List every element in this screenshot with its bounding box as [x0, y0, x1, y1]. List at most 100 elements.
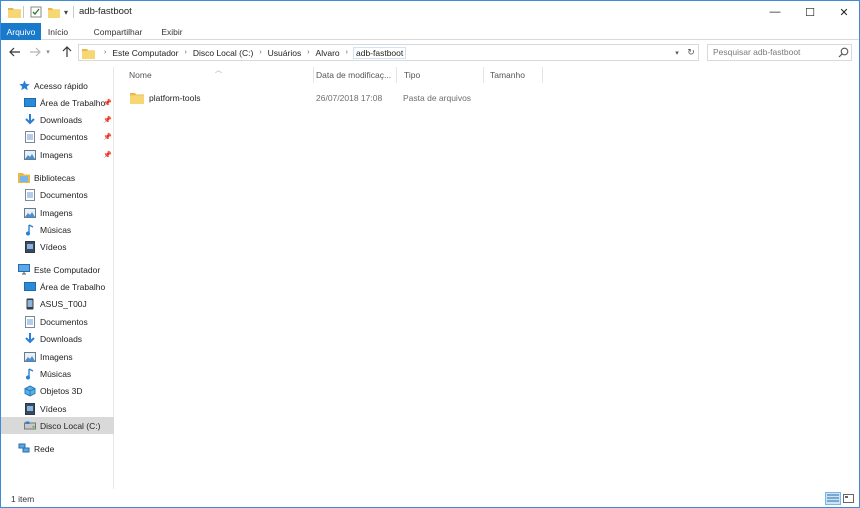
sidebar-item-label: ASUS_T00J [40, 298, 87, 309]
drive-icon [24, 420, 36, 432]
sidebar-item-label: Vídeos [40, 403, 67, 414]
sidebar-item-pc-musicas[interactable]: Músicas [24, 365, 71, 382]
tab-compartilhar[interactable]: Compartilhar [85, 23, 151, 40]
back-arrow-icon[interactable] [7, 44, 23, 60]
file-type: Pasta de arquivos [403, 92, 472, 103]
column-header-tipo[interactable]: Tipo [398, 67, 484, 83]
sidebar-item-lib-documentos[interactable]: Documentos [24, 186, 88, 203]
chevron-right-icon[interactable]: › [307, 49, 309, 56]
ribbon-tabs: Arquivo Início Compartilhar Exibir [1, 23, 859, 40]
title-separator [73, 6, 74, 18]
sidebar-item-acesso-rapido[interactable]: Acesso rápido [18, 77, 88, 94]
sidebar-item-disco-local[interactable]: Disco Local (C:) [1, 417, 114, 434]
music-icon [24, 223, 36, 236]
chevron-right-icon[interactable]: › [185, 49, 187, 56]
breadcrumb-este-computador[interactable]: Este Computador [111, 48, 179, 58]
sidebar-item-bibliotecas[interactable]: Bibliotecas [18, 169, 75, 186]
large-icons-view-icon[interactable] [842, 492, 855, 505]
folder-icon [82, 47, 95, 59]
maximize-button[interactable]: ☐ [793, 1, 827, 23]
breadcrumb-disco-local[interactable]: Disco Local (C:) [192, 48, 254, 58]
breadcrumb: › Este Computador › Disco Local (C:) › U… [99, 45, 407, 60]
sidebar-item-label: Acesso rápido [34, 80, 88, 91]
folder-icon[interactable] [7, 5, 21, 19]
chevron-down-icon[interactable]: ▾ [671, 46, 683, 59]
download-icon [24, 114, 36, 126]
sidebar-item-imagens[interactable]: Imagens [24, 146, 73, 163]
search-icon[interactable] [838, 47, 850, 59]
quick-access-separator [23, 6, 24, 18]
search-input[interactable] [713, 47, 833, 57]
videos-icon [24, 402, 36, 415]
breadcrumb-alvaro[interactable]: Alvaro [315, 48, 341, 58]
sidebar-item-pc-imagens[interactable]: Imagens [24, 348, 73, 365]
new-folder-icon[interactable] [47, 5, 61, 19]
documents-icon [24, 130, 36, 143]
desktop-icon [24, 281, 36, 293]
breadcrumb-adb-fastboot[interactable]: adb-fastboot [352, 46, 407, 59]
status-bar: 1 item [1, 489, 859, 507]
recent-locations-icon[interactable]: ▾ [43, 44, 53, 60]
column-header-tamanho[interactable]: Tamanho [484, 67, 543, 83]
folder-icon [130, 92, 144, 104]
sidebar-item-lib-musicas[interactable]: Músicas [24, 221, 71, 238]
pin-icon[interactable]: 📌 [103, 94, 112, 111]
sidebar-item-lib-imagens[interactable]: Imagens [24, 204, 73, 221]
search-box[interactable] [707, 44, 852, 61]
refresh-icon[interactable]: ↻ [685, 46, 697, 59]
forward-arrow-icon[interactable] [27, 44, 43, 60]
pin-icon[interactable]: 📌 [103, 146, 112, 163]
sidebar-item-label: Área de Trabalho [40, 281, 106, 292]
sidebar-item-label: Downloads [40, 114, 83, 125]
properties-icon[interactable] [29, 5, 43, 19]
sidebar-item-pc-documentos[interactable]: Documentos [24, 313, 88, 330]
tab-arquivo[interactable]: Arquivo [1, 23, 41, 40]
videos-icon [24, 240, 36, 253]
sidebar-item-label: Imagens [40, 351, 73, 362]
sidebar-item-label: Documentos [40, 189, 88, 200]
sidebar-item-lib-videos[interactable]: Vídeos [24, 238, 66, 255]
sidebar-item-label: Objetos 3D [40, 385, 83, 396]
sidebar-item-label: Disco Local (C:) [40, 420, 101, 431]
documents-icon [24, 188, 36, 201]
file-name: platform-tools [149, 92, 201, 103]
sidebar-item-documentos[interactable]: Documentos [24, 128, 88, 145]
sidebar-item-rede[interactable]: Rede [18, 440, 54, 457]
sidebar-item-este-computador[interactable]: Este Computador [18, 261, 100, 278]
column-header-nome[interactable]: Nome [123, 67, 314, 83]
close-button[interactable]: ✕ [827, 1, 859, 23]
sidebar-item-pc-downloads[interactable]: Downloads [24, 330, 82, 347]
sidebar-item-label: Este Computador [34, 264, 101, 275]
pin-icon[interactable]: 📌 [103, 111, 112, 128]
up-arrow-icon[interactable] [59, 44, 75, 60]
navigation-pane: Acesso rápido Área de Trabalho 📌 Downloa… [1, 67, 114, 489]
chevron-right-icon[interactable]: › [104, 49, 106, 56]
minimize-button[interactable]: — [758, 1, 792, 23]
phone-icon [24, 298, 36, 310]
chevron-right-icon[interactable]: › [346, 49, 348, 56]
sidebar-item-label: Área de Trabalho [40, 97, 106, 108]
address-bar[interactable]: › Este Computador › Disco Local (C:) › U… [78, 44, 699, 61]
customize-toolbar-icon[interactable]: ▾ [61, 5, 71, 19]
sidebar-item-area-de-trabalho[interactable]: Área de Trabalho [24, 94, 105, 111]
chevron-right-icon[interactable]: › [259, 49, 261, 56]
sidebar-item-asus-t00j[interactable]: ASUS_T00J [24, 295, 87, 312]
tab-exibir[interactable]: Exibir [153, 23, 191, 40]
tab-inicio[interactable]: Início [41, 23, 75, 40]
sidebar-item-label: Bibliotecas [34, 172, 76, 183]
download-icon [24, 333, 36, 345]
documents-icon [24, 315, 36, 328]
sidebar-item-objetos-3d[interactable]: Objetos 3D [24, 382, 83, 399]
pictures-icon [24, 207, 36, 219]
pin-icon[interactable]: 📌 [103, 128, 112, 145]
title-bar: ▾ adb-fastboot — ☐ ✕ [1, 1, 859, 23]
music-icon [24, 367, 36, 380]
sidebar-item-downloads[interactable]: Downloads [24, 111, 82, 128]
column-header-data[interactable]: Data de modificaç... [310, 67, 397, 83]
file-row[interactable]: platform-tools 26/07/2018 17:08 Pasta de… [123, 89, 543, 106]
details-view-icon[interactable] [825, 492, 841, 505]
sidebar-item-pc-area-de-trabalho[interactable]: Área de Trabalho [24, 278, 105, 295]
explorer-window: ▾ adb-fastboot — ☐ ✕ Arquivo Início Comp… [0, 0, 860, 508]
sidebar-item-pc-videos[interactable]: Vídeos [24, 400, 66, 417]
breadcrumb-usuarios[interactable]: Usuários [267, 48, 303, 58]
